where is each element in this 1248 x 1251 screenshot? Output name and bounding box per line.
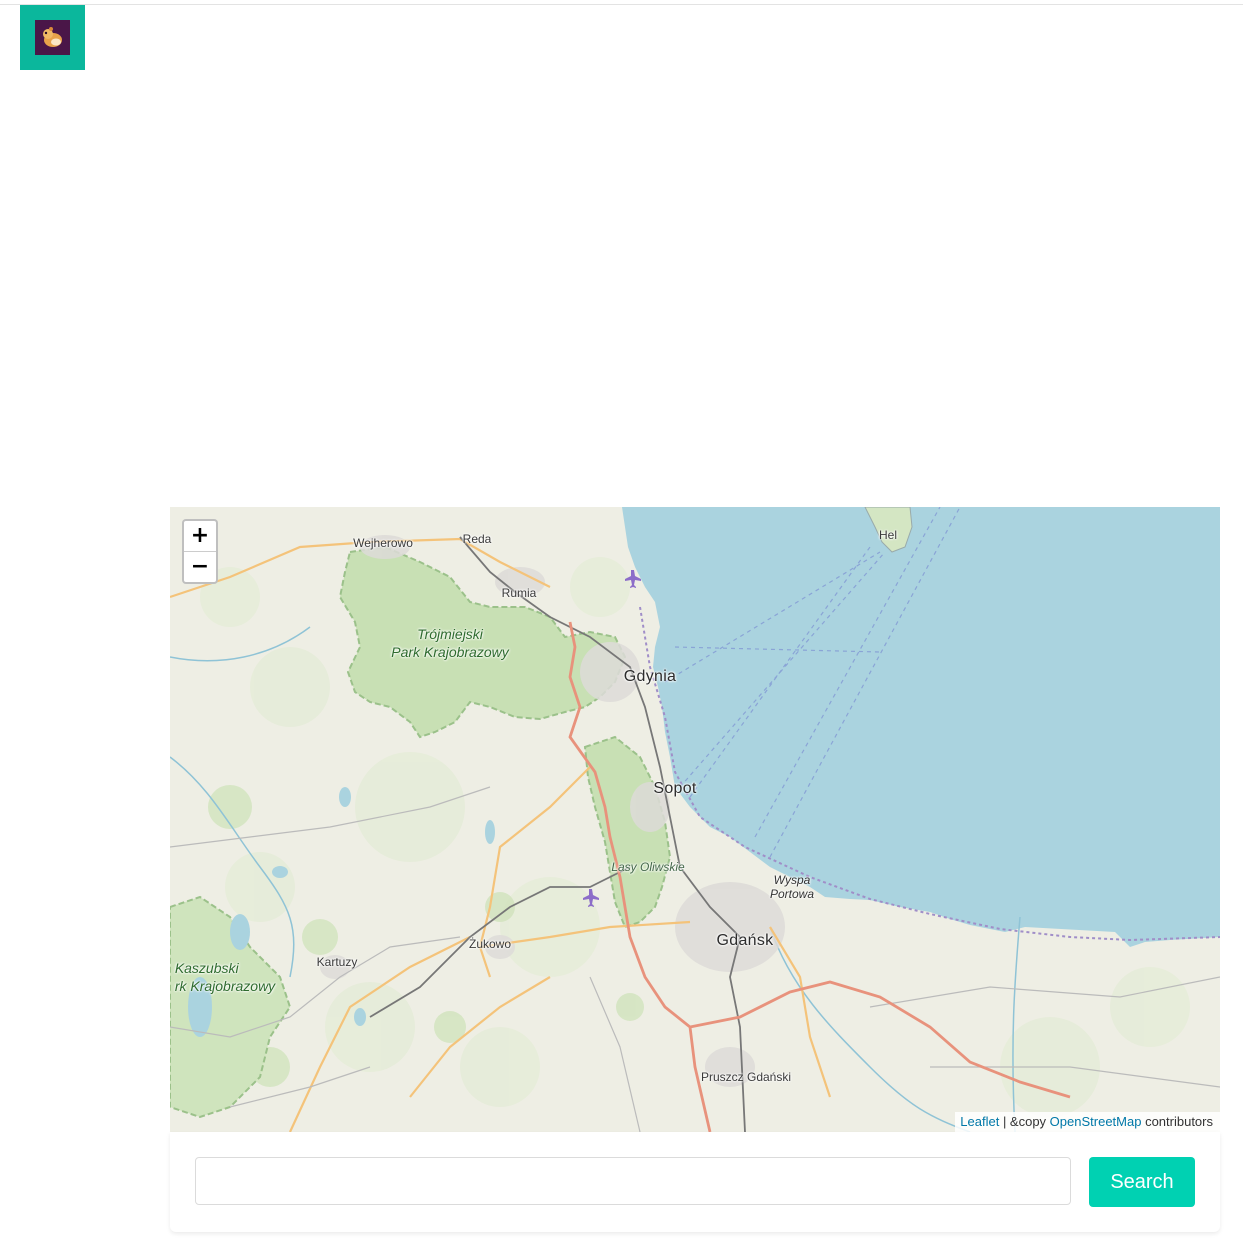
map-label-gdansk: Gdańsk — [716, 932, 774, 949]
zoom-in-button[interactable]: + — [184, 521, 216, 551]
map-label-kartuzy: Kartuzy — [316, 955, 358, 969]
attribution-separator: | &copy — [999, 1114, 1050, 1129]
search-input[interactable] — [195, 1157, 1071, 1205]
map-tiles — [170, 507, 1220, 1132]
logo-link[interactable] — [20, 5, 85, 70]
map-label-kaszubski-park: Kaszubski rk Krajobrazowy — [174, 960, 276, 994]
map-label-zukowo: Żukowo — [468, 937, 512, 951]
attribution-suffix: contributors — [1141, 1114, 1213, 1129]
zoom-control: + − — [182, 519, 218, 584]
search-panel: Search — [170, 1132, 1220, 1232]
map-label-lasy-oliwskie: Lasy Oliwskie — [611, 860, 685, 874]
map-viewport[interactable]: Wejherowo Reda Rumia Hel Trójmiejski Par… — [170, 507, 1220, 1132]
hamster-logo-icon — [35, 20, 70, 55]
map-label-wejherowo: Wejherowo — [353, 536, 413, 550]
map-label-gdynia: Gdynia — [623, 668, 677, 685]
map-label-reda: Reda — [462, 532, 492, 546]
openstreetmap-link[interactable]: OpenStreetMap — [1050, 1114, 1142, 1129]
map-label-sopot: Sopot — [653, 780, 697, 797]
map-label-hel: Hel — [878, 528, 898, 542]
map-label-wyspa-portowa: Wyspa Portowa — [769, 873, 815, 901]
zoom-out-button[interactable]: − — [184, 551, 216, 582]
map-attribution: Leaflet | &copy OpenStreetMap contributo… — [955, 1112, 1220, 1132]
map-label-rumia: Rumia — [501, 586, 537, 600]
leaflet-link[interactable]: Leaflet — [960, 1114, 999, 1129]
top-divider — [0, 4, 1243, 5]
map-label-pruszcz-gdanski: Pruszcz Gdański — [700, 1070, 792, 1084]
map-label-trojmiejski-park: Trójmiejski Park Krajobrazowy — [391, 626, 509, 660]
search-button[interactable]: Search — [1089, 1157, 1195, 1207]
